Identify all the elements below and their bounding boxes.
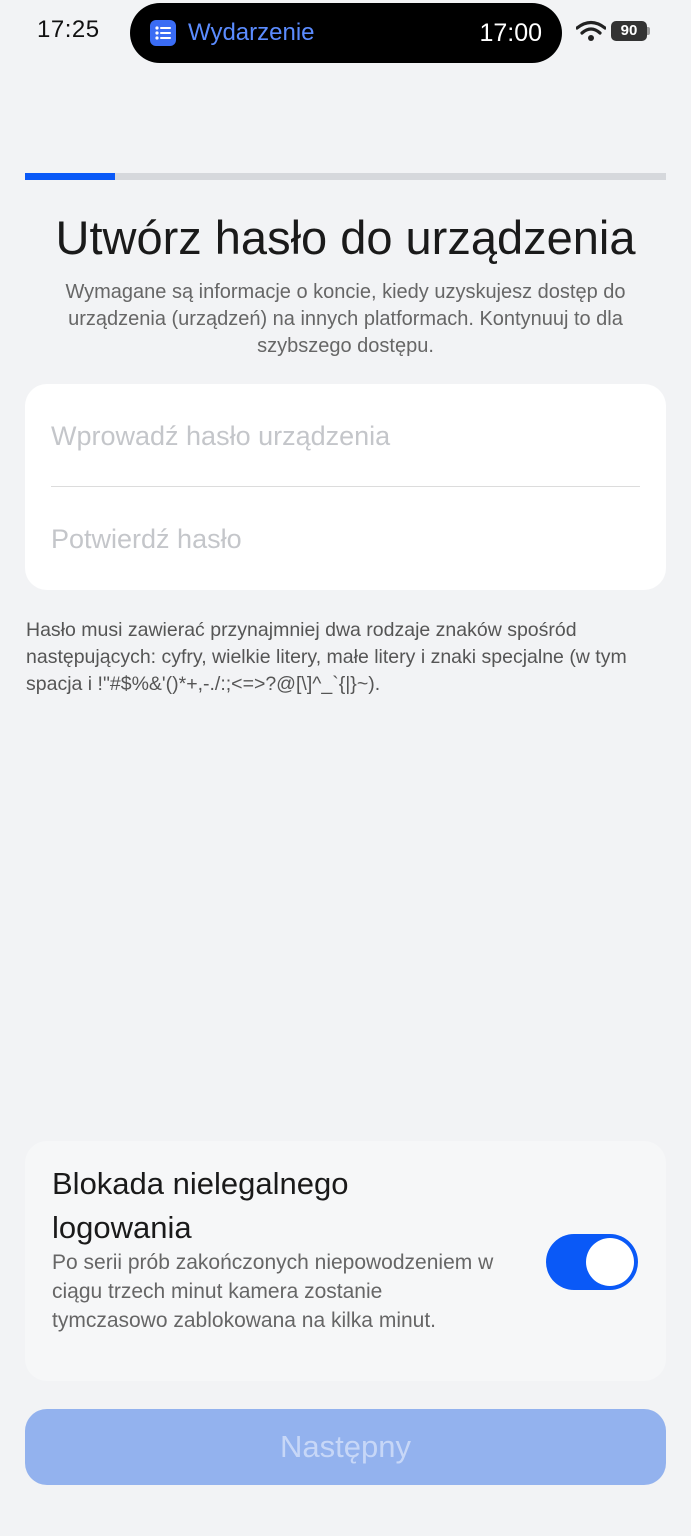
status-time: 17:25 bbox=[37, 16, 100, 43]
lock-setting-description: Po serii prób zakończonych niepowodzenie… bbox=[52, 1251, 494, 1332]
password-requirements-hint: Hasło musi zawierać przynajmniej dwa rod… bbox=[26, 619, 627, 695]
calendar-list-icon bbox=[150, 20, 176, 46]
page-subtitle: Wymagane są informacje o koncie, kiedy u… bbox=[65, 281, 626, 357]
page-title: Utwórz hasło do urządzenia bbox=[55, 211, 636, 264]
password-card bbox=[25, 384, 666, 590]
battery-tip bbox=[647, 27, 650, 35]
step-progress-bar bbox=[25, 173, 666, 180]
live-activity-island[interactable]: Wydarzenie 17:00 bbox=[130, 3, 562, 63]
device-password-input[interactable] bbox=[51, 411, 640, 461]
battery-indicator: 90 bbox=[611, 21, 647, 41]
lock-setting-title: Blokada nielegalnego logowania bbox=[52, 1166, 349, 1245]
status-bar: 17:25 Wydarzenie 17:00 90 bbox=[0, 0, 691, 66]
confirm-password-input[interactable] bbox=[51, 514, 640, 564]
input-divider bbox=[51, 486, 640, 487]
toggle-knob bbox=[586, 1238, 634, 1286]
wifi-icon bbox=[575, 20, 607, 47]
illegal-login-lock-toggle[interactable] bbox=[546, 1234, 638, 1290]
next-button[interactable]: Następny bbox=[25, 1409, 666, 1485]
island-time: 17:00 bbox=[479, 19, 542, 47]
island-title: Wydarzenie bbox=[188, 19, 315, 46]
illegal-login-lock-card: Blokada nielegalnego logowania Po serii … bbox=[25, 1141, 666, 1381]
step-progress-fill bbox=[25, 173, 115, 180]
